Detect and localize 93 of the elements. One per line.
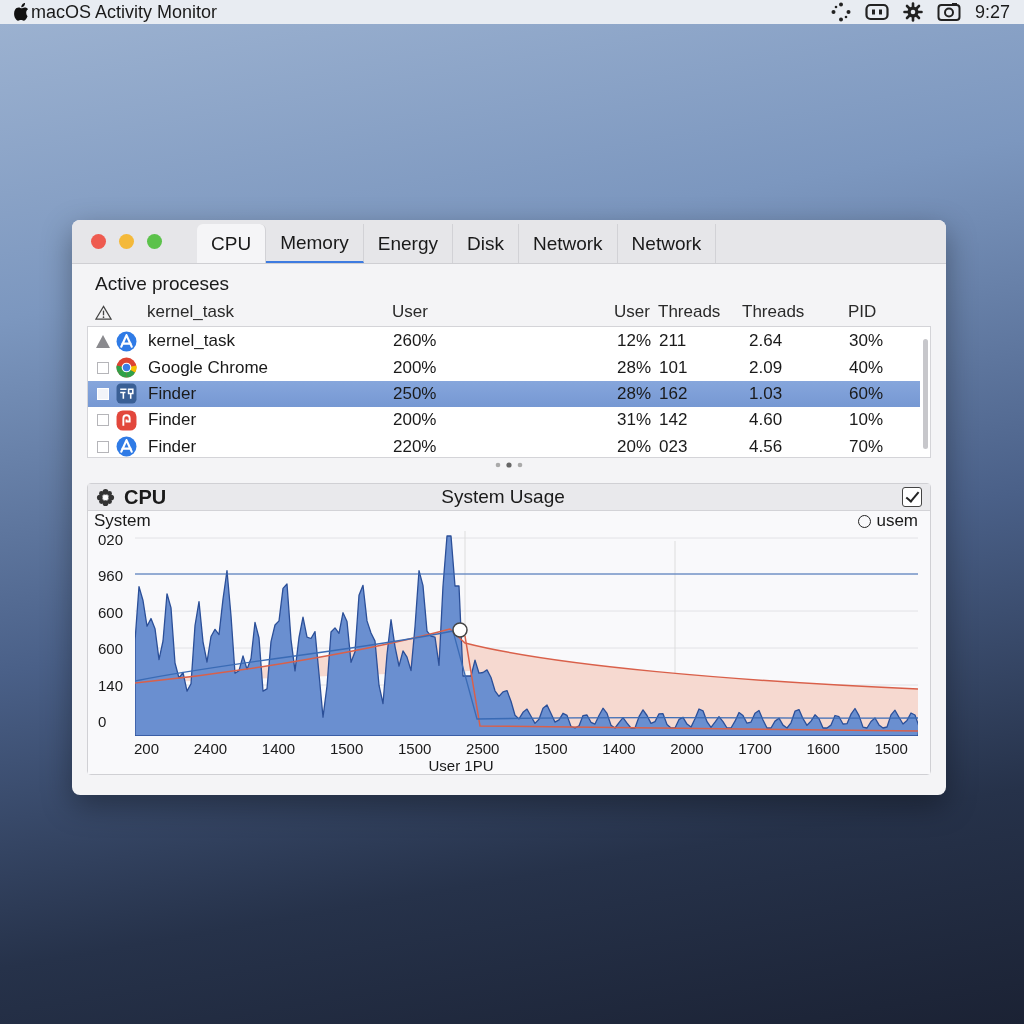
tick-label: 1500 [329,740,364,757]
tick-label: 2000 [670,740,704,757]
table-cell-text: 28% [615,357,652,378]
table-cell-text: 12% [615,331,652,352]
camera-icon[interactable] [936,2,961,22]
table-cell-text: Google Chrome [148,357,269,378]
browser-icon [116,357,137,379]
tab[interactable]: Energy [363,224,453,263]
table-cell-text: kernel_task [148,331,236,352]
window-app-icon [116,383,137,405]
axis-label: User 1PU [427,757,495,774]
zoom-button[interactable] [147,234,162,249]
table-cell-text: 1.03 [748,383,784,404]
table-cell-text: 30% [849,331,885,352]
hover-point[interactable] [452,622,468,638]
column-header[interactable]: User [532,302,658,322]
disclosure-box[interactable] [97,361,109,374]
table-cell-text: 2.09 [748,357,784,378]
tick-label: 1400 [602,740,636,757]
apple-logo-icon[interactable] [14,3,29,21]
table-cell-text: 70% [849,436,885,457]
close-button[interactable] [91,234,106,249]
tick-label: 1500 [874,740,908,757]
tick-label: 1600 [806,740,840,757]
column-header[interactable]: Threads [658,302,742,322]
axis-title: System [94,511,151,531]
loading-dots-icon[interactable] [830,2,851,22]
page-dots-icon[interactable] [494,461,524,469]
table-row[interactable]: Finder 200% 31% 142 4.60 10% [88,407,920,434]
tick-label: 1400 [261,740,296,757]
checkbox[interactable] [902,487,922,507]
table-cell-text: Finder [148,436,198,457]
table-cell-text: 200% [393,357,438,378]
column-header[interactable]: User [392,302,532,322]
table-cell-text: 31% [615,410,652,431]
table-cell-text: 162 [659,383,689,404]
table-cell-text: Finder [148,410,198,431]
table-cell-text: 20% [615,436,652,457]
tick-label: 020 [98,531,125,548]
table-cell-text: 40% [849,357,885,378]
table-cell-text: 023 [659,436,689,457]
table-row[interactable]: kernel_task 260% 12% 211 2.64 30% [88,328,920,355]
column-header[interactable]: PID [848,302,908,322]
table-row[interactable]: Finder 220% 20% 023 4.56 70% [88,433,920,460]
section-title: Active proceses [94,272,231,296]
table-cell-text: Finder [148,383,198,404]
tick-label: 960 [98,567,125,585]
table-cell-text: 101 [659,357,689,378]
table-cell-text: 220% [393,436,438,457]
tick-label: 2500 [466,740,500,757]
app-store-icon [116,330,137,352]
flower-icon [96,487,115,507]
tick-label: 1500 [534,740,568,757]
legend-item: usem [858,511,918,531]
disclosure-box[interactable] [97,414,109,427]
controller-icon[interactable] [864,2,889,22]
warning-icon [95,304,112,320]
tick-label: 600 [98,640,125,658]
tick-label: 1500 [397,740,432,757]
tick-label: 1700 [738,740,772,757]
chart-title: CPU [124,485,168,509]
tick-label: 0 [98,712,108,730]
tab[interactable]: Disk [452,224,519,263]
table-cell-text: 250% [393,383,438,404]
table-cell-text: 60% [849,383,885,404]
table-cell-text: 28% [615,383,652,404]
app-icon [116,409,137,431]
tab[interactable]: CPU [197,224,267,263]
tick-label: 2400 [193,740,228,757]
chart-subtitle: System Usage [440,486,566,508]
table-cell-text: 211 [659,331,688,352]
column-header[interactable]: Threads [742,302,848,322]
tab[interactable]: Network [617,224,717,263]
table-cell-text: 200% [393,410,438,431]
table-cell-text: 260% [393,331,438,352]
tab[interactable]: Network [518,224,618,263]
column-header[interactable]: kernel_task [147,302,392,322]
disclosure-box[interactable] [97,440,109,453]
app-title: macOS Activity Monitor [31,1,218,23]
table-cell-text: 142 [659,410,689,431]
table-cell-text: 10% [849,410,885,431]
table-row[interactable]: Finder 250% 28% 162 1.03 60% [88,380,920,408]
tick-label: 200 [134,740,160,757]
table-cell-text: 2.64 [748,331,784,352]
clock-time: 9:27 [974,1,1010,23]
table-cell-text: 4.56 [748,436,784,457]
tick-label: 140 [98,676,125,694]
table-cell-text: 4.60 [748,410,784,431]
tab[interactable]: Memory [266,224,364,263]
scrollbar-thumb[interactable] [922,339,928,449]
settings-icon[interactable] [902,2,923,22]
table-row[interactable]: Google Chrome 200% 28% 101 2.09 40% [88,354,920,381]
tick-label: 600 [98,603,125,621]
